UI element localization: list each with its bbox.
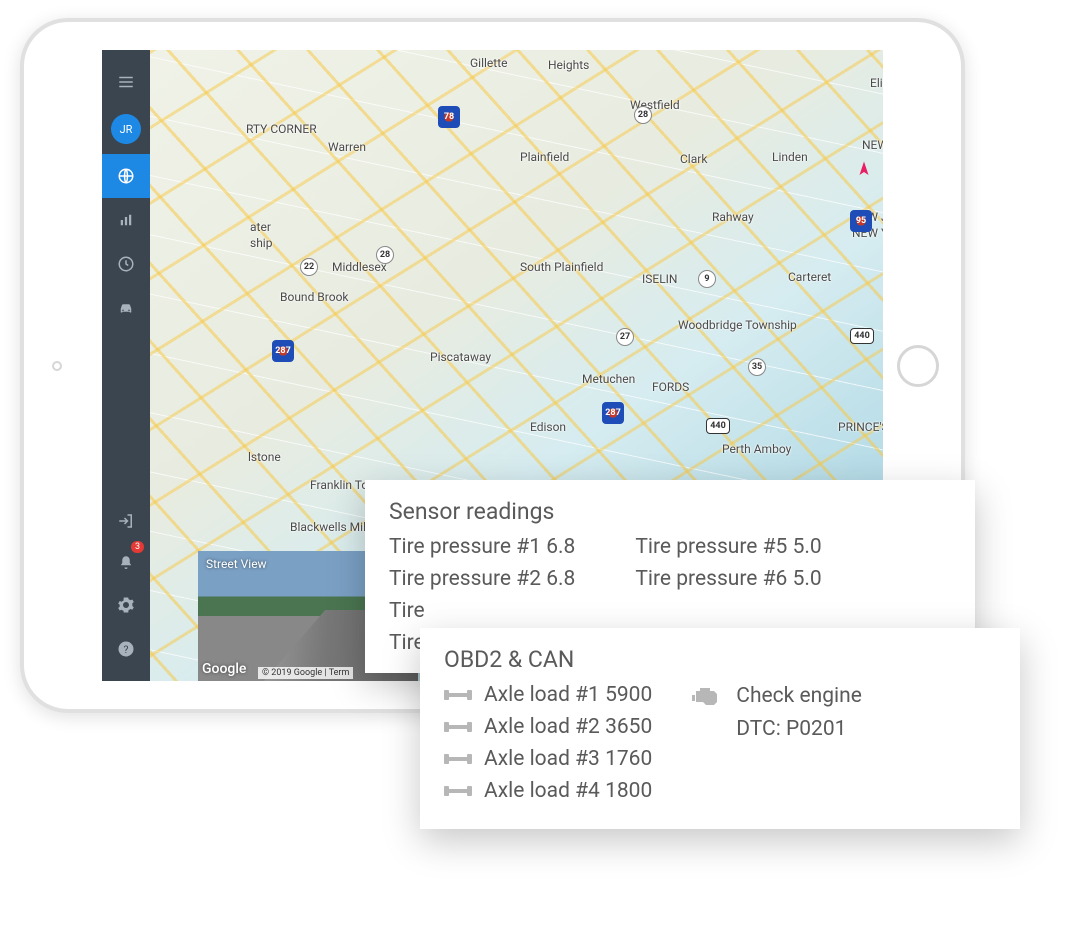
google-logo: Google — [202, 661, 246, 677]
axle-load-row: Axle load #4 1800 — [444, 779, 652, 803]
route-shield: 78 — [438, 106, 460, 128]
axle-icon — [444, 688, 472, 702]
route-shield: 22 — [300, 258, 318, 276]
route-shield: 95 — [850, 210, 872, 232]
map-label: Heights — [548, 58, 589, 72]
tablet-home-button[interactable] — [897, 345, 939, 387]
map-label: Linden — [772, 150, 808, 164]
sidebar-bottom: 3 ? — [102, 499, 150, 681]
route-shield: 287 — [272, 340, 294, 362]
engine-icon — [692, 683, 724, 709]
map-label: NEW JERSEY — [862, 138, 883, 152]
map-label: Warren — [328, 140, 366, 154]
map-copyright: © 2019 Google | Term — [258, 667, 353, 679]
axle-load-row: Axle load #1 5900 — [444, 683, 652, 707]
tire-pressure-reading: Tire pressure #5 5.0 — [635, 535, 821, 559]
map-label: ater — [250, 220, 271, 234]
route-shield: 28 — [376, 246, 394, 264]
map-label: FORDS — [652, 380, 689, 394]
tire-pressure-reading: Tire pressure #2 6.8 — [389, 567, 575, 591]
tire-pressure-reading: Tire — [389, 599, 575, 623]
axle-icon — [444, 752, 472, 766]
map-label: Woodbridge Township — [678, 318, 797, 332]
map-label: RTY CORNER — [246, 122, 317, 136]
obd-panel: OBD2 & CAN Axle load #1 5900 Axle load #2… — [420, 628, 1020, 829]
axle-load-row: Axle load #2 3650 — [444, 715, 652, 739]
vehicle-marker[interactable] — [855, 160, 873, 178]
route-shield: 28 — [634, 106, 652, 124]
map-label: Plainfield — [520, 150, 569, 164]
avatar[interactable]: JR — [111, 114, 141, 144]
globe-icon[interactable] — [102, 154, 150, 198]
map-label: Blackwells Mills — [290, 520, 375, 534]
route-shield: 287 — [602, 402, 624, 424]
map-label: Piscataway — [430, 350, 491, 364]
route-shield: 9 — [698, 270, 716, 288]
bell-icon[interactable]: 3 — [102, 543, 150, 583]
svg-text:?: ? — [124, 643, 129, 656]
sidebar: JR 3 — [102, 50, 150, 681]
map-label: Carteret — [788, 270, 831, 284]
axle-load-row: Axle load #3 1760 — [444, 747, 652, 771]
route-shield: 440 — [850, 328, 874, 344]
map-label: Edison — [530, 420, 566, 434]
dtc-code: DTC: P0201 — [736, 717, 846, 741]
tire-pressure-reading: Tire pressure #6 5.0 — [635, 567, 821, 591]
chart-icon[interactable] — [102, 198, 150, 242]
map-label: Bound Brook — [280, 290, 349, 304]
sensor-title: Sensor readings — [389, 498, 951, 525]
map-label: Elizabeth — [870, 76, 883, 90]
route-shield: 27 — [616, 328, 634, 346]
help-icon[interactable]: ? — [102, 627, 150, 671]
login-icon[interactable] — [102, 499, 150, 543]
map-label: ship — [250, 236, 272, 250]
map-label: Metuchen — [582, 372, 635, 386]
axle-icon — [444, 784, 472, 798]
clock-icon[interactable] — [102, 242, 150, 286]
map-label: South Plainfield — [520, 260, 603, 274]
map-label: PRINCE'S BAY — [838, 420, 883, 434]
route-shield: 440 — [706, 418, 730, 434]
map-label: Clark — [680, 152, 707, 166]
car-icon[interactable] — [102, 286, 150, 330]
notification-badge: 3 — [131, 541, 144, 553]
map-label: Rahway — [712, 210, 754, 224]
map-label: lstone — [248, 450, 281, 464]
axle-icon — [444, 720, 472, 734]
gear-icon[interactable] — [102, 583, 150, 627]
check-engine-label: Check engine — [736, 684, 862, 708]
map-label: Perth Amboy — [722, 442, 791, 456]
obd-title: OBD2 & CAN — [444, 646, 996, 673]
map-label: Gillette — [470, 56, 508, 70]
route-shield: 35 — [748, 358, 766, 376]
tire-pressure-reading: Tire pressure #1 6.8 — [389, 535, 575, 559]
streetview-label: Street View — [206, 557, 267, 571]
tablet-camera — [52, 361, 62, 371]
menu-icon[interactable] — [102, 60, 150, 104]
map-label: ISELIN — [642, 272, 678, 286]
